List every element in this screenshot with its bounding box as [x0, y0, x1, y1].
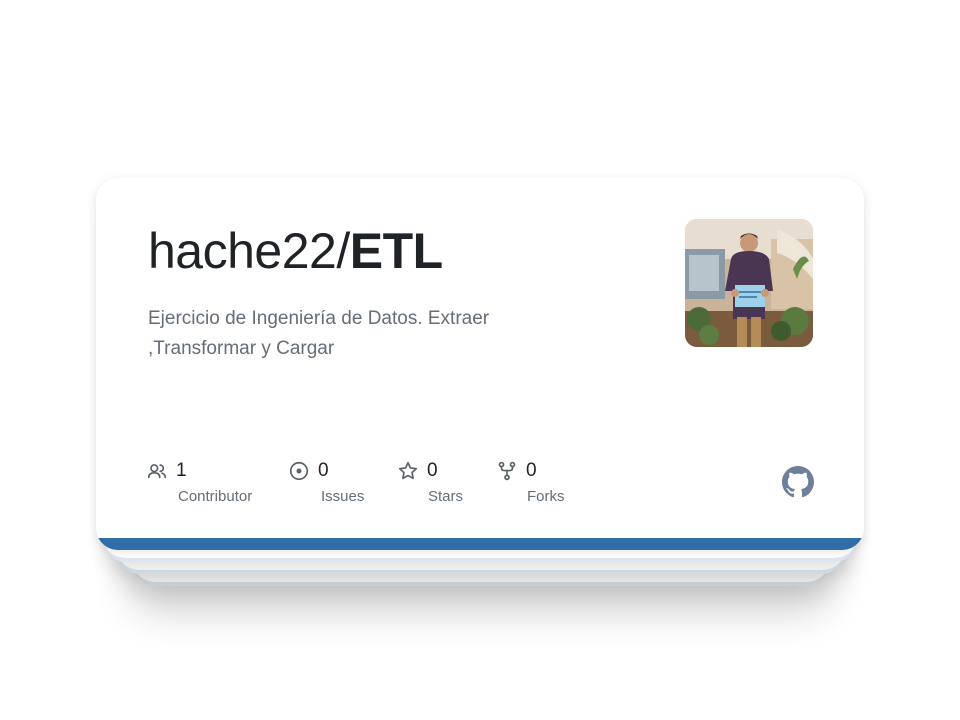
repo-owner: hache22/ [148, 223, 350, 279]
stat-label: Issues [321, 488, 365, 505]
issue-icon [288, 460, 310, 482]
stat-label: Forks [527, 488, 565, 505]
stat-value: 0 [526, 460, 537, 481]
avatar[interactable] [685, 219, 813, 347]
repo-description: Ejercicio de Ingeniería de Datos. Extrae… [148, 308, 490, 359]
stat-forks[interactable]: 0 Forks [496, 458, 565, 505]
avatar-photo [685, 219, 813, 347]
stat-value: 1 [176, 460, 187, 481]
stage: hache22/ETL Ejercicio de Ingeniería de D… [0, 0, 960, 720]
repo-name: ETL [349, 223, 443, 279]
stat-issues[interactable]: 0 Issues [288, 458, 364, 505]
accent-bar [96, 538, 864, 550]
people-icon [146, 460, 168, 482]
stat-value: 0 [318, 460, 329, 481]
stat-value: 0 [427, 460, 438, 481]
repo-title[interactable]: hache22/ETL [148, 222, 443, 280]
star-icon [397, 460, 419, 482]
fork-icon [496, 460, 518, 482]
stat-contributors[interactable]: 1 Contributor [146, 458, 252, 505]
stat-stars[interactable]: 0 Stars [397, 458, 463, 505]
repo-card[interactable]: hache22/ETL Ejercicio de Ingeniería de D… [96, 178, 864, 550]
github-icon[interactable] [782, 466, 814, 498]
stat-label: Stars [428, 488, 464, 505]
stat-label: Contributor [178, 488, 253, 505]
